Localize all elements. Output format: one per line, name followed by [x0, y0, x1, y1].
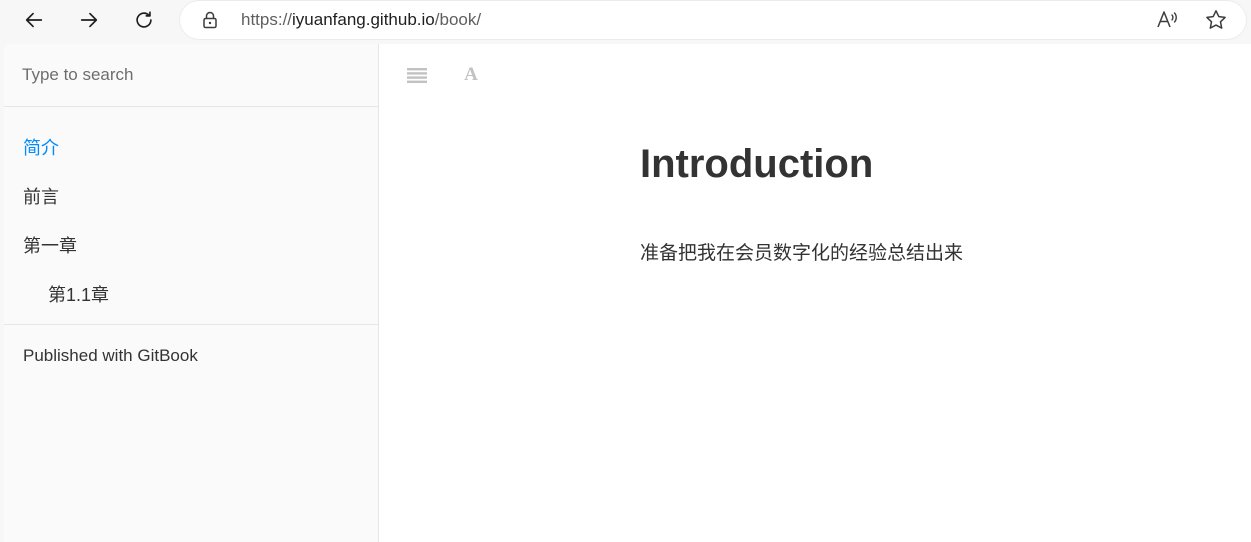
sidebar-item-preface[interactable]: 前言: [23, 183, 59, 209]
address-bar[interactable]: https://iyuanfang.github.io/book/: [180, 1, 1246, 39]
sidebar-item-chapter-1-1[interactable]: 第1.1章: [48, 281, 109, 307]
url-text[interactable]: https://iyuanfang.github.io/book/: [241, 10, 481, 30]
forward-button[interactable]: [72, 3, 106, 37]
read-aloud-icon[interactable]: [1156, 9, 1180, 31]
page-paragraph: 准备把我在会员数字化的经验总结出来: [640, 243, 964, 264]
favorite-icon[interactable]: [1204, 8, 1228, 32]
search-input[interactable]: [22, 63, 362, 87]
sidebar-item-chapter-1[interactable]: 第一章: [23, 232, 77, 258]
refresh-icon: [136, 11, 152, 28]
page-title: Introduction: [640, 142, 874, 186]
book-body: A Introduction 准备把我在会员数字化的经验总结出来: [379, 44, 1251, 542]
font-settings-icon: A: [464, 64, 478, 85]
page-viewport: 简介 前言 第一章 第1.1章 Published with GitBook A…: [4, 44, 1251, 542]
published-with-gitbook-link[interactable]: Published with GitBook: [23, 346, 198, 366]
forward-icon: [80, 12, 98, 28]
search-box: [4, 44, 378, 107]
sidebar-divider: [4, 324, 378, 325]
back-button[interactable]: [17, 3, 51, 37]
font-settings-button[interactable]: A: [457, 62, 485, 88]
browser-toolbar: https://iyuanfang.github.io/book/: [0, 0, 1251, 42]
toggle-sidebar-button[interactable]: [403, 62, 431, 88]
sidebar: 简介 前言 第一章 第1.1章 Published with GitBook: [4, 44, 379, 542]
url-path: /book/: [434, 10, 482, 29]
lock-icon[interactable]: [200, 10, 220, 30]
back-icon: [25, 12, 43, 28]
sidebar-item-intro[interactable]: 简介: [23, 134, 59, 160]
url-prefix: https://: [241, 10, 293, 29]
toggle-sidebar-icon: [407, 68, 427, 83]
refresh-button[interactable]: [127, 3, 161, 37]
url-host: iyuanfang.github.io: [292, 10, 435, 29]
